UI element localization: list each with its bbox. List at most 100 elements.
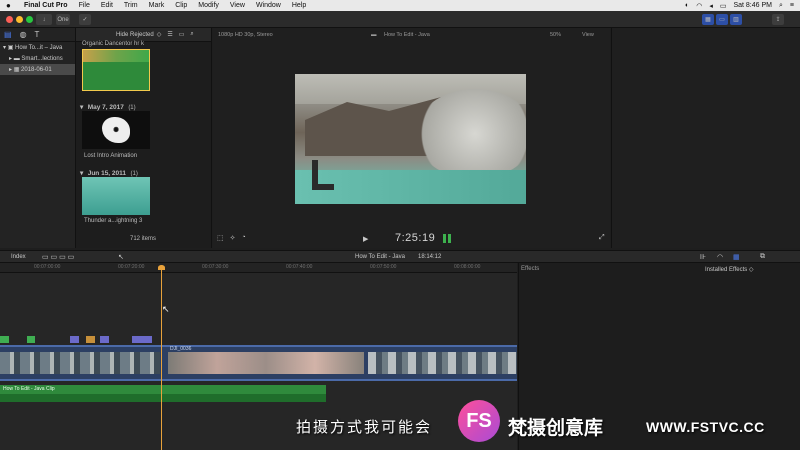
installed-effects-dropdown[interactable]: Installed Effects ◇ [705,266,754,273]
photos-tab-icon[interactable]: ◍ [20,30,27,39]
disclosure-icon: ▾ [3,45,7,51]
marker[interactable] [0,336,9,343]
titles-tab-icon[interactable]: T [35,30,40,39]
menu-app-name[interactable]: Final Cut Pro [24,2,68,9]
playhead-handle[interactable] [158,265,165,270]
headphones-icon[interactable]: ◠ [717,253,723,261]
ruler-tick: 00:07:30:00 [202,264,229,270]
library-item[interactable]: ▾ ▣ How To...it – Java [0,42,75,53]
audio-clip-label: How To Edit - Java Clip [3,386,55,392]
disclosure-icon: ▸ [9,56,13,62]
smart-collections-label: Smart...lections [21,55,63,62]
watermark-logo: FS [458,400,500,442]
ruler-tick: 00:07:20:00 [118,264,145,270]
menu-trim[interactable]: Trim [124,2,138,9]
fullscreen-icon: ⤢ [599,234,605,241]
libraries-sidebar: ▤ ◍ T ▾ ▣ How To...it – Java ▸ ▬ Smart..… [0,28,76,248]
event-item[interactable]: ▸ ▦ 2018-06-01 [0,64,75,75]
audio-clip[interactable]: How To Edit - Java Clip [0,385,326,402]
browser-toggle-button[interactable]: ▦ [702,14,714,25]
library-icon: ▣ [7,45,14,51]
search-icon[interactable]: ⌕ [190,31,193,38]
marker[interactable] [132,336,152,343]
menubar-clock[interactable]: Sat 8:46 PM [733,2,772,9]
share-icon: ⇪ [775,17,781,23]
status-icon[interactable]: ◐ [685,2,689,9]
menu-edit[interactable]: Edit [101,2,113,9]
filter-dropdown[interactable]: Hide Rejected [116,32,154,38]
share-button[interactable]: ⇪ [772,14,784,25]
marker[interactable] [100,336,109,343]
smart-collections-item[interactable]: ▸ ▬ Smart...lections [0,53,75,64]
play-button[interactable]: ▶ [363,235,368,243]
index-button[interactable]: Index [11,254,26,260]
items-count: 712 items [130,236,157,242]
clip-connect-icons[interactable]: ▭ ▭ ▭ ▭ [42,253,74,261]
import-button[interactable]: ↓ [36,14,52,25]
mouse-cursor-icon: ↖ [162,304,170,314]
event-label: 2018-06-01 [21,66,52,73]
inspector-toggle-button[interactable]: ▥ [730,14,742,25]
close-window-button[interactable] [6,16,13,23]
playhead[interactable] [158,265,165,450]
menu-bar: ● Final Cut Pro File Edit Trim Mark Clip… [0,0,800,11]
watermark-brand: 梵摄创意库 [508,417,604,439]
minimize-window-button[interactable] [16,16,23,23]
menu-mark[interactable]: Mark [149,2,165,9]
zoom-window-button[interactable] [26,16,33,23]
marker[interactable] [70,336,79,343]
clip-filmstrip[interactable] [0,352,160,374]
filmstrip-icon[interactable]: ▭ [179,31,185,38]
wifi-icon[interactable]: ◠ [696,2,702,10]
effects-browser-icon[interactable]: ▦ [733,253,740,261]
event-icon: ▦ [13,67,20,73]
inspector-pane [611,28,800,248]
clip-filmstrip[interactable] [368,352,517,374]
marker[interactable] [27,336,35,343]
menu-clip[interactable]: Clip [175,2,187,9]
menu-modify[interactable]: Modify [198,2,219,9]
video-frame[interactable] [295,74,526,204]
speed-icon[interactable]: ◔ [242,234,246,242]
inspector-icon: ▥ [733,17,739,23]
libraries-tab-icon[interactable]: ▤ [4,30,12,39]
clip-filmstrip[interactable] [168,352,364,374]
audio-skimming-icon[interactable]: ⊪ [700,253,706,261]
timeline-ruler[interactable]: 00:07:00:00 00:07:20:00 00:07:30:00 00:0… [0,263,517,273]
view-dropdown[interactable]: View [582,32,594,38]
menu-window[interactable]: Window [256,2,281,9]
effects-title: Effects [521,266,540,272]
apple-menu-icon[interactable]: ● [6,1,16,10]
menu-view[interactable]: View [230,2,245,9]
enhance-icon[interactable]: ✧ [230,234,236,242]
disclosure-icon: ▸ [9,67,13,73]
timecode-display[interactable]: 7:25:19 [395,232,435,244]
ruler-tick: 00:07:00:00 [34,264,61,270]
zoom-dropdown[interactable]: 50% [550,32,561,38]
volume-icon[interactable]: ◂ [709,2,713,10]
play-icon: ▶ [363,236,369,243]
menu-file[interactable]: File [79,2,90,9]
one-button[interactable]: One [56,14,70,25]
title-letter-base [312,184,334,190]
disclosure-icon: ▾ [80,170,84,177]
list-icon[interactable]: ≡ [790,2,794,9]
ruler-tick: 00:08:00:00 [454,264,481,270]
timeline-toggle-button[interactable]: ▭ [716,14,728,25]
clip-thumbnail[interactable] [82,177,150,215]
search-icon[interactable]: ⌕ [779,2,783,10]
clip-thumbnail[interactable] [82,49,150,91]
primary-storyline[interactable]: DJI_0036 [0,345,517,381]
select-tool-icon[interactable]: ↖ [118,253,124,261]
menu-help[interactable]: Help [292,2,306,9]
watermark-url: WWW.FSTVC.CC [646,419,765,435]
marker[interactable] [86,336,95,343]
fullscreen-button[interactable]: ⤢ [599,234,605,242]
clip-thumbnail[interactable]: ✺ [82,111,150,149]
transitions-icon[interactable]: ⧉ [760,253,765,261]
battery-icon[interactable]: ▭ [720,2,727,10]
transform-icon[interactable]: ⬚ [217,234,224,242]
background-tasks-button[interactable]: ✓ [79,14,91,25]
smoke-cloud [415,89,526,179]
clip-appearance-icon[interactable]: ☰ [167,31,172,38]
